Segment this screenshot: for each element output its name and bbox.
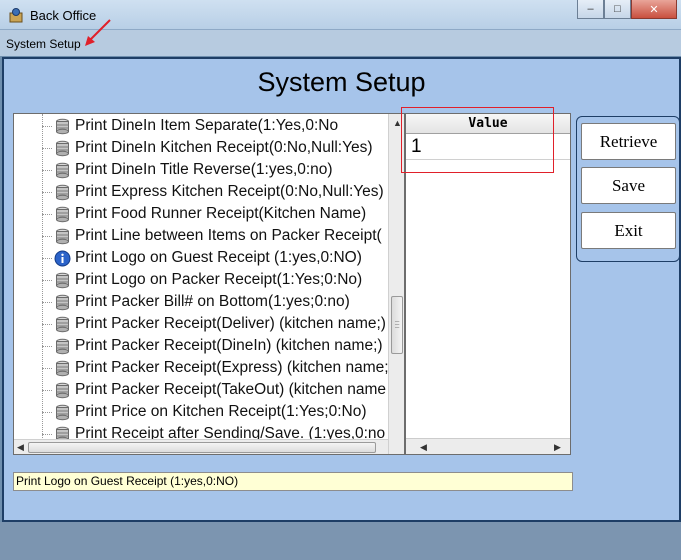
tree-item-label: Print DineIn Item Separate(1:Yes,0:No [75,117,339,134]
database-icon [56,140,69,156]
status-bar: Print Logo on Guest Receipt (1:yes,0:NO) [13,472,573,491]
tree-item-label: Print Packer Receipt(Express) (kitchen n… [75,359,389,376]
tree-horizontal-scrollbar[interactable]: ◀ [14,439,388,454]
annotation-arrow-icon [85,19,111,46]
tree-item-label: Print DineIn Kitchen Receipt(0:No,Null:Y… [75,139,373,156]
tree-branch-line [42,235,52,237]
tree-branch-line [42,411,52,413]
tree-branch-line [42,191,52,193]
tree-item-label: Print Packer Receipt(DineIn) (kitchen na… [75,337,383,354]
scroll-right-icon[interactable]: ▶ [554,442,561,453]
tree-branch-line [42,389,52,391]
database-icon [56,338,69,354]
tree-item[interactable]: Print Packer Receipt(Express) (kitchen n… [42,357,402,379]
tree-item[interactable]: Print Logo on Packer Receipt(1:Yes;0:No) [42,269,402,291]
system-setup-dialog: System Setup Print DineIn Item Separate(… [2,57,681,522]
tree-item[interactable]: Print Packer Receipt(Deliver) (kitchen n… [42,313,402,335]
database-icon [56,206,69,222]
app-icon [9,8,23,23]
database-icon [56,184,69,200]
tree-item[interactable]: Print Price on Kitchen Receipt(1:Yes;0:N… [42,401,402,423]
scroll-left-icon[interactable]: ◀ [17,442,24,453]
tree-branch-line [42,345,52,347]
tree-item-label: Print Packer Receipt(TakeOut) (kitchen n… [75,381,386,398]
tree-item-label: Print Logo on Guest Receipt (1:yes,0:NO) [75,249,362,266]
database-icon [56,272,69,288]
tree-item[interactable]: Print Food Runner Receipt(Kitchen Name) [42,203,402,225]
tree-item-label: Print Line between Items on Packer Recei… [75,227,382,244]
database-icon [56,294,69,310]
tree-hscroll-thumb[interactable] [28,442,376,453]
tree-branch-line [42,125,52,127]
exit-button[interactable]: Exit [581,212,676,249]
tree-branch-line [42,147,52,149]
tree-branch-line [42,323,52,325]
retrieve-button[interactable]: Retrieve [581,123,676,160]
database-icon [56,162,69,178]
tree-item[interactable]: Print Packer Bill# on Bottom(1:yes;0:no) [42,291,402,313]
tree-item-label: Print DineIn Title Reverse(1:yes,0:no) [75,161,333,178]
tree-item[interactable]: Print DineIn Kitchen Receipt(0:No,Null:Y… [42,137,402,159]
tree-branch-line [42,213,52,215]
menu-system-setup[interactable]: System Setup [6,37,81,51]
tree-branch-line [42,301,52,303]
value-horizontal-scrollbar[interactable]: ◀ ▶ [406,438,570,454]
tree-item-label: Print Packer Receipt(Deliver) (kitchen n… [75,315,386,332]
tree-item-label: Print Price on Kitchen Receipt(1:Yes;0:N… [75,403,367,420]
settings-tree[interactable]: Print DineIn Item Separate(1:Yes,0:No Pri… [13,113,405,455]
tree-item-label: Print Packer Bill# on Bottom(1:yes;0:no) [75,293,350,310]
tree-item[interactable]: Print Express Kitchen Receipt(0:No,Null:… [42,181,402,203]
tree-item-label: Print Food Runner Receipt(Kitchen Name) [75,205,367,222]
database-icon [56,382,69,398]
database-icon [56,118,69,134]
background-window-strip [0,522,681,560]
database-icon [56,316,69,332]
database-icon [56,228,69,244]
info-icon [54,250,71,266]
tree-scroll-thumb[interactable]: ─ ─ ─ [391,296,403,354]
tree-item[interactable]: Print Line between Items on Packer Recei… [42,225,402,247]
save-button[interactable]: Save [581,167,676,204]
value-grid-body [406,160,570,438]
close-button[interactable]: ✕ [631,0,677,19]
grip-icon: ─ ─ ─ [395,319,400,331]
tree-branch-line [42,169,52,171]
database-icon [56,360,69,376]
tree-branch-line [42,279,52,281]
minimize-button[interactable]: – [577,0,604,19]
scroll-left-icon[interactable]: ◀ [420,442,427,453]
database-icon [56,404,69,420]
tree-branch-line [42,367,52,369]
tree-item[interactable]: Print Packer Receipt(TakeOut) (kitchen n… [42,379,402,401]
tree-branch-line [42,257,52,259]
tree-item[interactable]: Print DineIn Title Reverse(1:yes,0:no) [42,159,402,181]
tree-item[interactable]: Print Packer Receipt(DineIn) (kitchen na… [42,335,402,357]
action-button-group: Retrieve Save Exit [576,116,680,262]
annotation-highlight-box [401,107,554,173]
tree-item[interactable]: Print DineIn Item Separate(1:Yes,0:No [42,115,402,137]
tree-branch-line [42,433,52,435]
tree-item-label: Print Express Kitchen Receipt(0:No,Null:… [75,183,384,200]
tree-item-label: Print Logo on Packer Receipt(1:Yes;0:No) [75,271,363,288]
tree-item[interactable]: Print Logo on Guest Receipt (1:yes,0:NO) [42,247,402,269]
dialog-title: System Setup [257,67,426,97]
maximize-button[interactable]: □ [604,0,631,19]
